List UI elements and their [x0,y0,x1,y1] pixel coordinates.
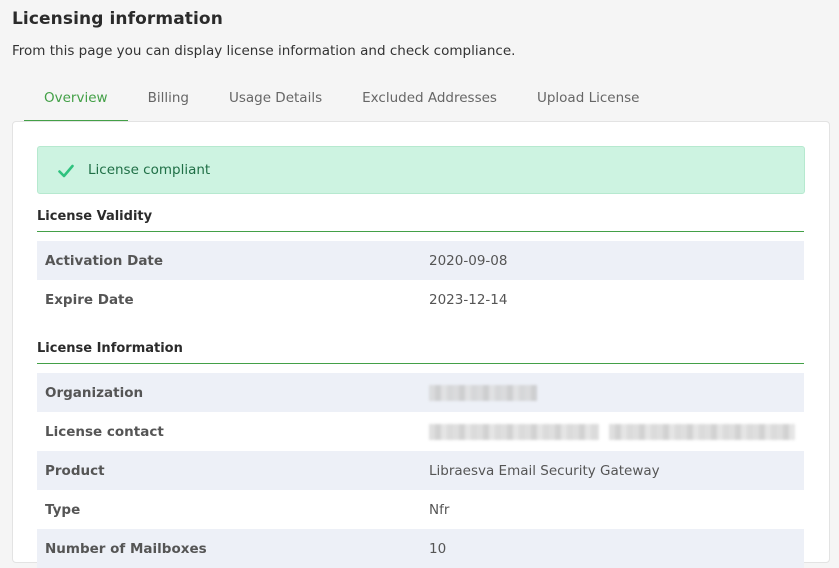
row-value: Nfr [429,501,450,518]
tab-overview[interactable]: Overview [24,82,128,122]
row-value: 2023-12-14 [429,291,508,308]
redacted-text [429,423,599,440]
section-title-license-information: License Information [37,341,804,364]
tab-usage-details[interactable]: Usage Details [209,82,342,122]
table-row: Activation Date 2020-09-08 [37,241,804,280]
compliance-alert: License compliant [37,146,805,194]
row-value-redacted [429,384,537,401]
check-icon [58,163,74,178]
row-label: Product [45,462,105,479]
row-value-redacted [429,423,796,440]
redacted-text [609,423,796,440]
overview-card: License compliant License Validity Activ… [12,121,830,568]
row-value: 2020-09-08 [429,252,508,269]
license-validity-table: Activation Date 2020-09-08 Expire Date 2… [37,241,804,319]
row-label: Expire Date [45,291,134,308]
table-row: Expire Date 2023-12-14 [37,280,804,319]
tab-billing[interactable]: Billing [128,82,209,122]
license-information-table: Organization License contact Product Lib… [37,373,804,568]
tab-excluded-addresses[interactable]: Excluded Addresses [342,82,517,122]
table-row: Type Nfr [37,490,804,529]
compliance-alert-text: License compliant [88,162,211,178]
row-label: License contact [45,423,164,440]
row-label: Activation Date [45,252,164,269]
page-title: Licensing information [12,9,223,29]
table-row: Organization [37,373,804,412]
page-subtitle: From this page you can display license i… [12,43,516,59]
table-row: License contact [37,412,804,451]
table-row: Product Libraesva Email Security Gateway [37,451,804,490]
row-value: Libraesva Email Security Gateway [429,462,660,479]
section-title-license-validity: License Validity [37,209,804,232]
tab-upload-license[interactable]: Upload License [517,82,660,122]
row-label: Organization [45,384,144,401]
row-label: Type [45,501,81,518]
redacted-text [429,384,537,401]
tab-bar: Overview Billing Usage Details Excluded … [24,82,659,122]
